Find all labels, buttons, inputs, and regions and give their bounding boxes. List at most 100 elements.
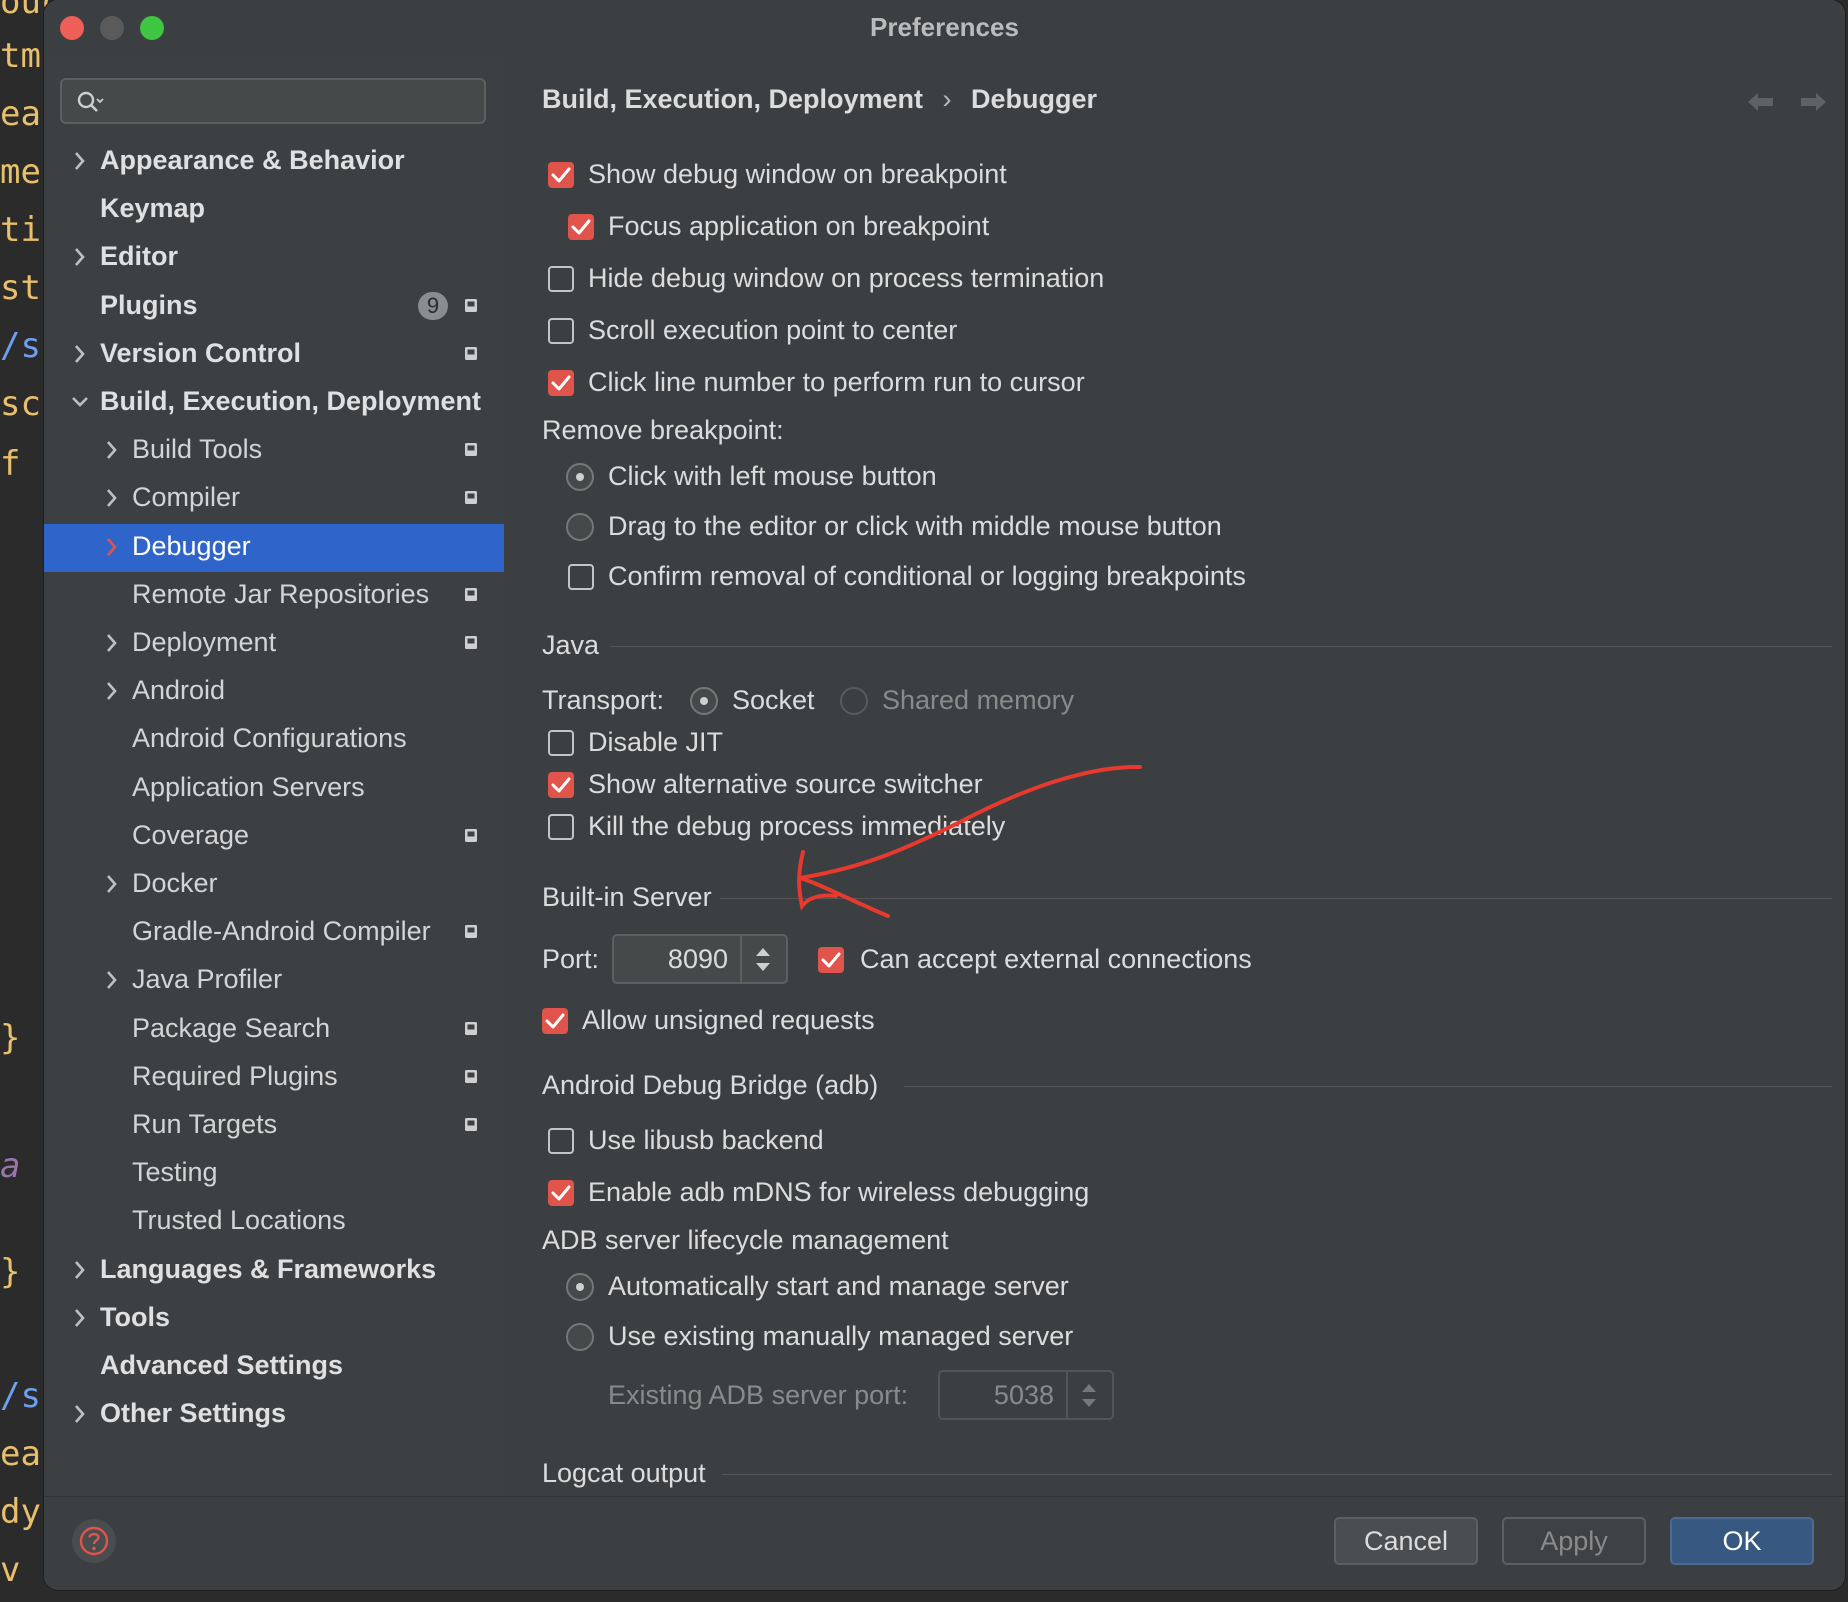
sidebar-item-application-servers[interactable]: Application Servers	[44, 765, 504, 813]
sidebar-item-java-profiler[interactable]: Java Profiler	[44, 957, 504, 1005]
sidebar-item-package-search[interactable]: Package Search	[44, 1006, 504, 1054]
forward-arrow-icon[interactable]	[1798, 90, 1828, 114]
sidebar-item-testing[interactable]: Testing	[44, 1150, 504, 1198]
spinner-arrows[interactable]	[740, 936, 786, 982]
sidebar-item-run-targets[interactable]: Run Targets	[44, 1102, 504, 1150]
chevron-right-icon[interactable]	[68, 1401, 92, 1427]
click-line-number-checkbox[interactable]	[548, 370, 574, 396]
sidebar-item-plugins[interactable]: Plugins 9	[44, 283, 504, 331]
chevron-right-icon[interactable]	[100, 534, 124, 560]
scroll-execution-point-checkbox[interactable]	[548, 318, 574, 344]
sidebar-item-trusted-locations[interactable]: Trusted Locations	[44, 1198, 504, 1246]
question-circle-icon	[79, 1526, 109, 1556]
section-divider	[722, 1474, 1832, 1475]
shared-memory-label[interactable]: Shared memory	[882, 685, 1074, 716]
sidebar-item-tools[interactable]: Tools	[44, 1295, 504, 1343]
sidebar-item-label: Plugins	[100, 289, 198, 320]
sidebar-item-docker[interactable]: Docker	[44, 861, 504, 909]
sidebar-item-compiler[interactable]: Compiler	[44, 475, 504, 523]
chevron-right-icon[interactable]	[68, 244, 92, 270]
remove-drag-radio[interactable]	[566, 513, 594, 541]
sidebar-item-appearance-behavior[interactable]: Appearance & Behavior	[44, 138, 504, 186]
socket-label[interactable]: Socket	[732, 685, 815, 716]
hide-debug-window-checkbox[interactable]	[548, 266, 574, 292]
chevron-right-icon[interactable]	[68, 1305, 92, 1331]
sidebar-item-deployment[interactable]: Deployment	[44, 620, 504, 668]
ok-button[interactable]: OK	[1670, 1517, 1814, 1565]
apply-button[interactable]: Apply	[1502, 1517, 1646, 1565]
adb-section-title: Android Debug Bridge (adb)	[542, 1070, 879, 1100]
sidebar-item-label: Android Configurations	[132, 723, 407, 754]
sidebar-item-android-configurations[interactable]: Android Configurations	[44, 716, 504, 764]
disable-jit-checkbox[interactable]	[548, 730, 574, 756]
sidebar-item-editor[interactable]: Editor	[44, 234, 504, 282]
auto-start-server-radio[interactable]	[566, 1273, 594, 1301]
sidebar-item-label: Compiler	[132, 482, 241, 513]
chevron-right-icon[interactable]	[100, 437, 124, 463]
remove-left-click-radio[interactable]	[566, 463, 594, 491]
accept-external-checkbox[interactable]	[818, 947, 844, 973]
accept-external-label[interactable]: Can accept external connections	[860, 944, 1252, 975]
settings-search-input[interactable]	[60, 78, 486, 124]
breadcrumb-parent[interactable]: Build, Execution, Deployment	[542, 84, 923, 114]
chevron-right-icon[interactable]	[100, 678, 124, 704]
sidebar-item-remote-jar-repositories[interactable]: Remote Jar Repositories	[44, 572, 504, 620]
project-level-icon	[465, 828, 477, 842]
sidebar-item-languages-frameworks[interactable]: Languages & Frameworks	[44, 1247, 504, 1295]
chevron-down-icon[interactable]	[68, 389, 92, 415]
project-level-icon	[465, 636, 477, 649]
chevron-right-icon[interactable]	[68, 148, 92, 174]
existing-port-spinner[interactable]: 5038	[938, 1370, 1114, 1420]
builtin-server-section-title: Built-in Server	[542, 882, 712, 912]
spinner-arrows[interactable]	[1066, 1372, 1112, 1418]
confirm-removal-label: Confirm removal of conditional or loggin…	[608, 561, 1246, 591]
sidebar-item-label: Version Control	[100, 337, 302, 368]
chevron-right-icon[interactable]	[68, 1257, 92, 1283]
sidebar-item-other-settings[interactable]: Other Settings	[44, 1391, 504, 1439]
chevron-right-icon[interactable]	[100, 967, 124, 993]
sidebar-item-build-tools[interactable]: Build Tools	[44, 427, 504, 475]
sidebar-item-debugger[interactable]: Debugger	[44, 523, 504, 572]
alt-source-switcher-label: Show alternative source switcher	[588, 769, 983, 799]
up-down-arrows-icon[interactable]	[742, 936, 786, 982]
chevron-right-icon[interactable]	[68, 341, 92, 367]
sidebar-item-label: Testing	[132, 1157, 218, 1188]
sidebar-item-version-control[interactable]: Version Control	[44, 331, 504, 379]
socket-radio[interactable]	[690, 687, 718, 715]
java-section-title: Java	[542, 630, 600, 660]
back-arrow-icon[interactable]	[1746, 90, 1776, 114]
show-debug-window-checkbox[interactable]	[548, 162, 574, 188]
cancel-button[interactable]: Cancel	[1334, 1517, 1478, 1565]
up-down-arrows-icon[interactable]	[1068, 1372, 1112, 1418]
confirm-removal-checkbox[interactable]	[568, 564, 594, 590]
allow-unsigned-label: Allow unsigned requests	[582, 1005, 875, 1035]
chevron-right-icon[interactable]	[100, 485, 124, 511]
chevron-right-icon[interactable]	[100, 630, 124, 656]
section-divider	[720, 898, 1832, 899]
use-libusb-checkbox[interactable]	[548, 1128, 574, 1154]
sidebar-item-build-execution-deployment[interactable]: Build, Execution, Deployment	[44, 379, 504, 427]
sidebar-item-label: Other Settings	[100, 1398, 287, 1429]
help-button[interactable]	[72, 1519, 116, 1563]
existing-port-value[interactable]: 5038	[994, 1380, 1054, 1411]
sidebar-item-advanced-settings[interactable]: Advanced Settings	[44, 1343, 504, 1391]
sidebar-item-required-plugins[interactable]: Required Plugins	[44, 1054, 504, 1102]
chevron-right-icon[interactable]	[100, 871, 124, 897]
sidebar-item-label: Languages & Frameworks	[100, 1253, 437, 1284]
alt-source-switcher-checkbox[interactable]	[548, 772, 574, 798]
focus-application-checkbox[interactable]	[568, 214, 594, 240]
port-spinner[interactable]: 8090	[612, 934, 788, 984]
use-existing-server-radio[interactable]	[566, 1323, 594, 1351]
sidebar-item-label: Trusted Locations	[132, 1205, 346, 1236]
port-value[interactable]: 8090	[668, 944, 728, 975]
sidebar-item-keymap[interactable]: Keymap	[44, 186, 504, 234]
sidebar-item-label: Keymap	[100, 193, 206, 224]
sidebar-item-gradle-android-compiler[interactable]: Gradle-Android Compiler	[44, 909, 504, 957]
kill-debug-process-checkbox[interactable]	[548, 814, 574, 840]
transport-label: Transport:	[542, 685, 665, 715]
shared-memory-radio[interactable]	[840, 687, 868, 715]
sidebar-item-coverage[interactable]: Coverage	[44, 813, 504, 861]
allow-unsigned-checkbox[interactable]	[542, 1008, 568, 1034]
sidebar-item-android[interactable]: Android	[44, 668, 504, 716]
enable-mdns-checkbox[interactable]	[548, 1180, 574, 1206]
